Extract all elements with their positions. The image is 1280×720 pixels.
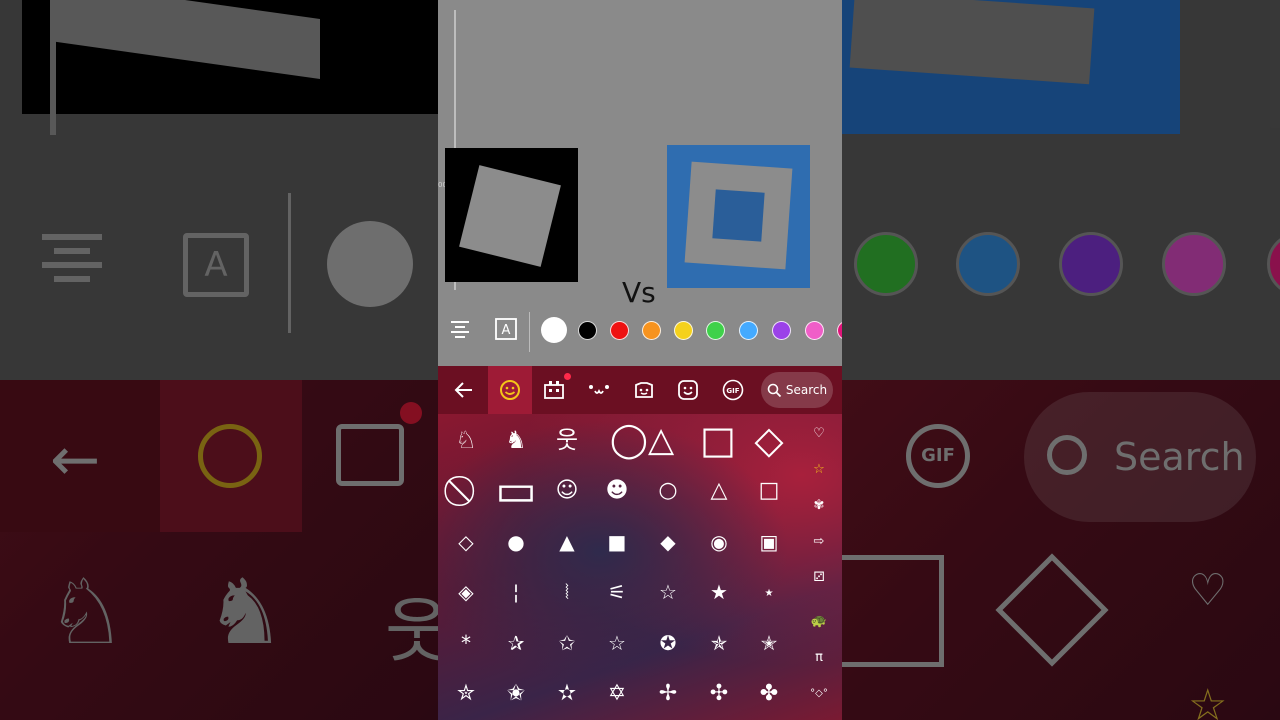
symbol-key[interactable]: ✮	[441, 670, 491, 718]
blurred-background-right: GIF Search ♡ ☆	[842, 0, 1280, 720]
color-swatch[interactable]	[610, 321, 629, 340]
symbol-key[interactable]: ☻	[592, 467, 642, 515]
symbol-key[interactable]: ▲	[542, 518, 592, 566]
color-swatch[interactable]	[706, 321, 725, 340]
symbol-key[interactable]: ✫	[542, 670, 592, 718]
color-swatch[interactable]	[578, 321, 597, 340]
symbol-key[interactable]: ✭	[744, 619, 794, 667]
symbol-key[interactable]: ✢	[643, 670, 693, 718]
blurred-background-left: A ← ♘ ♞ 웃	[0, 0, 438, 720]
symbol-key[interactable]: ✣	[694, 670, 744, 718]
symbol-key[interactable]: ☆	[643, 568, 693, 616]
symbol-key[interactable]: ✬	[491, 670, 541, 718]
black-square-tile	[445, 148, 578, 282]
symbol-key[interactable]: ✤	[744, 670, 794, 718]
symbol-category-tab[interactable]: ♡	[804, 416, 834, 450]
keyboard-tab-bar: GIF Search	[438, 366, 842, 414]
symbol-key[interactable]: ¦	[491, 568, 541, 616]
overlay-text[interactable]: Vs	[622, 276, 656, 309]
symbol-key[interactable]: □	[744, 467, 794, 515]
symbol-key[interactable]: ◈	[441, 568, 491, 616]
emoji-box-icon[interactable]	[666, 366, 710, 414]
color-swatch[interactable]	[739, 321, 758, 340]
symbol-key[interactable]: △	[694, 467, 744, 515]
symbol-key[interactable]: ✰	[491, 619, 541, 667]
symbol-key[interactable]: ⦚	[542, 568, 592, 616]
symbol-key[interactable]: ◉	[694, 518, 744, 566]
symbol-category-tab[interactable]: ☆	[804, 452, 834, 486]
symbol-category-tab[interactable]: π	[804, 640, 834, 674]
kaomoji-icon[interactable]	[577, 366, 621, 414]
symbol-key[interactable]: ▣	[744, 518, 794, 566]
symbol-key[interactable]: ✩	[542, 619, 592, 667]
symbol-category-tab[interactable]: ⇨	[804, 524, 834, 558]
new-badge-dot	[564, 373, 571, 380]
symbol-key[interactable]: ✪	[643, 619, 693, 667]
color-swatch[interactable]	[674, 321, 693, 340]
color-swatch[interactable]	[837, 321, 842, 340]
text-style-icon[interactable]: A	[494, 318, 522, 342]
symbol-key[interactable]: ♞	[491, 416, 541, 464]
sticker-icon[interactable]	[622, 366, 666, 414]
symbol-key[interactable]: 웃	[542, 416, 592, 464]
symbol-key[interactable]: ◆	[643, 518, 693, 566]
back-arrow-icon[interactable]	[442, 366, 486, 414]
symbol-key[interactable]: ◯△	[592, 416, 692, 464]
symbol-key[interactable]: ⚟	[592, 568, 642, 616]
color-swatch[interactable]	[772, 321, 791, 340]
color-swatch[interactable]	[541, 317, 567, 343]
symbol-key[interactable]: *	[441, 619, 491, 667]
phone-screen: 00:55 Vs A	[438, 0, 842, 720]
symbol-key[interactable]: ✡	[592, 670, 642, 718]
svg-text:GIF: GIF	[726, 387, 739, 395]
symbol-key[interactable]: ●	[491, 518, 541, 566]
symbol-key[interactable]: ☺	[542, 467, 592, 515]
align-center-icon[interactable]	[448, 318, 476, 342]
tool-divider	[529, 312, 530, 352]
symbol-key[interactable]: ■	[592, 518, 642, 566]
text-tools-bar: A	[438, 306, 842, 366]
symbol-key[interactable]: ⃠	[441, 467, 491, 515]
symbol-category-tab[interactable]: °◇°	[804, 676, 834, 710]
symbol-category-tab[interactable]: ⚂	[804, 560, 834, 594]
search-icon	[767, 383, 782, 397]
svg-text:A: A	[502, 323, 511, 338]
search-label: Search	[785, 383, 828, 397]
screen: A ← ♘ ♞ 웃 GIF Search ♡ ☆ Vs A GIF Search…	[0, 0, 1280, 720]
symbol-key[interactable]: ✯	[694, 619, 744, 667]
symbol-key[interactable]: ☆	[592, 619, 642, 667]
symbol-key[interactable]: □	[693, 416, 743, 464]
search-button[interactable]: Search	[761, 372, 833, 408]
color-swatch[interactable]	[805, 321, 824, 340]
symbol-key[interactable]: ◇	[441, 518, 491, 566]
symbol-key[interactable]: ★	[694, 568, 744, 616]
symbol-key[interactable]: ♘	[441, 416, 491, 464]
symbol-category-tab[interactable]: 🐢	[804, 604, 834, 638]
blue-square-tile	[667, 145, 810, 288]
symbol-key[interactable]: ◇	[744, 416, 794, 464]
color-swatch[interactable]	[642, 321, 661, 340]
symbol-grid: ♘♞웃◯△□◇⃠▭☺☻○△□◇●▲■◆◉▣◈¦⦚⚟☆★⋆*✰✩☆✪✯✭✮✬✫✡✢…	[438, 414, 842, 720]
smiley-icon[interactable]	[488, 366, 532, 414]
gif-icon[interactable]: GIF	[711, 366, 755, 414]
symbol-key[interactable]: ⋆	[744, 568, 794, 616]
symbol-category-tab[interactable]: ✾	[804, 488, 834, 522]
symbol-key[interactable]: ○	[643, 467, 693, 515]
symbol-key[interactable]: ▭	[491, 467, 541, 515]
